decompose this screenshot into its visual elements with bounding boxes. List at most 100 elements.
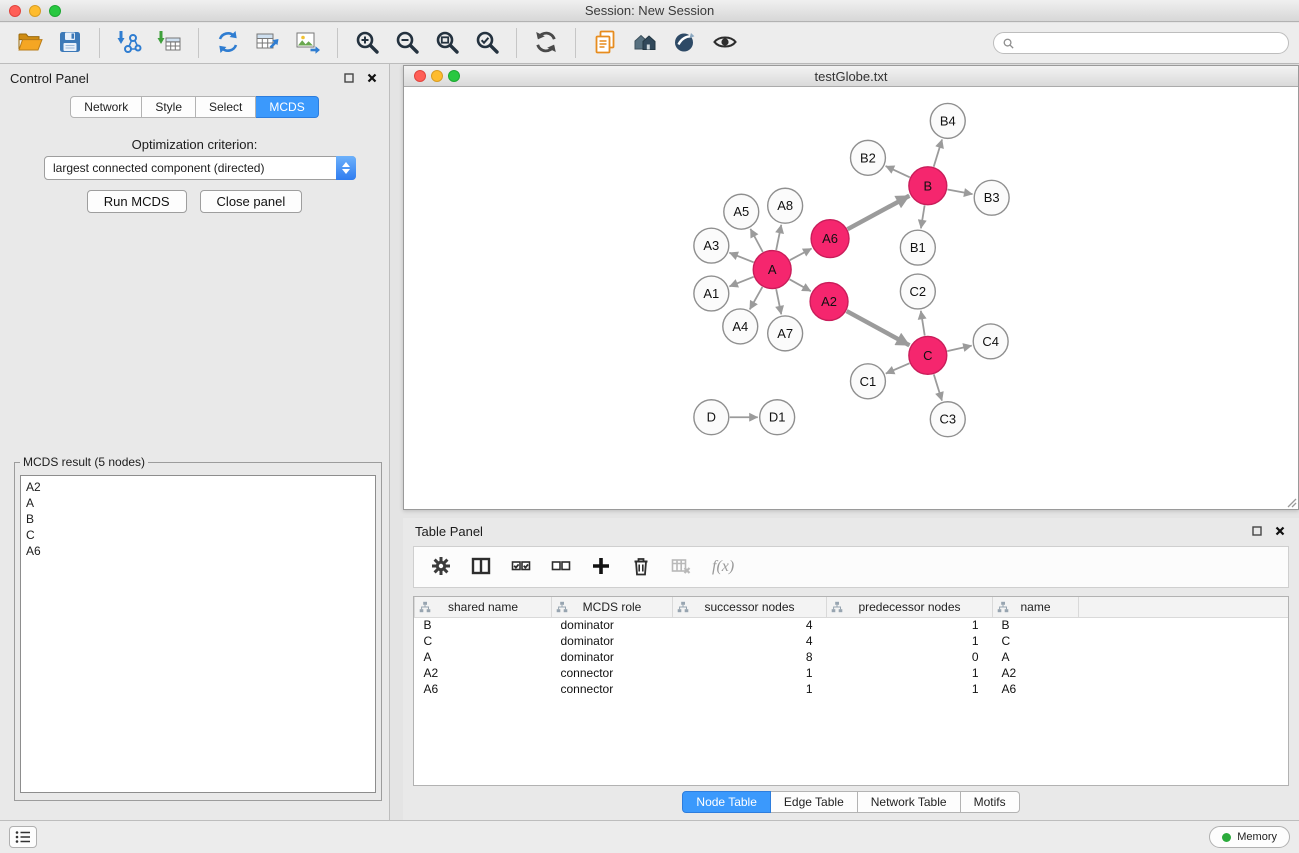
function-fx-button[interactable]: f(x)	[708, 554, 746, 580]
graph-node[interactable]: A8	[768, 188, 803, 223]
tab-mcds[interactable]: MCDS	[256, 96, 318, 118]
graph-node[interactable]: C1	[851, 364, 886, 399]
graph-node[interactable]: D	[694, 400, 729, 435]
tab-motifs[interactable]: Motifs	[961, 791, 1020, 813]
graph-node[interactable]: A3	[694, 228, 729, 263]
network-canvas[interactable]: B4B2BB3A5A8A6B1A3AC2A1A2A4A7C4CC1C3DD1	[404, 87, 1298, 509]
network-close-button[interactable]	[414, 70, 426, 82]
mcds-result-list[interactable]: A2ABCA6	[20, 475, 376, 793]
table-cell[interactable]: A2	[993, 665, 1079, 681]
graph-node[interactable]: B3	[974, 180, 1009, 215]
zoom-selected-button[interactable]	[467, 26, 507, 60]
close-window-button[interactable]	[9, 5, 21, 17]
graph-edge[interactable]	[776, 225, 781, 250]
tab-select[interactable]: Select	[196, 96, 256, 118]
minimize-window-button[interactable]	[29, 5, 41, 17]
graph-node[interactable]: C3	[930, 402, 965, 437]
tab-node-table[interactable]: Node Table	[682, 791, 771, 813]
column-header[interactable]: predecessor nodes	[827, 597, 993, 617]
show-hide-eye-button[interactable]	[705, 26, 745, 60]
memory-button[interactable]: Memory	[1209, 826, 1290, 848]
table-row[interactable]: A2connector11A2	[415, 665, 1289, 681]
close-panel-action-button[interactable]: Close panel	[200, 190, 303, 213]
graph-node[interactable]: B1	[900, 230, 935, 265]
graph-edge[interactable]	[934, 139, 942, 166]
import-network-button[interactable]	[109, 26, 149, 60]
graph-edge[interactable]	[848, 196, 910, 229]
table-cell[interactable]: 1	[827, 681, 993, 697]
zoom-out-button[interactable]	[387, 26, 427, 60]
close-table-panel-button[interactable]	[1272, 524, 1287, 539]
graph-edge[interactable]	[790, 249, 812, 261]
delete-row-button[interactable]	[628, 554, 654, 580]
column-header[interactable]: MCDS role	[552, 597, 673, 617]
table-cell[interactable]: A6	[993, 681, 1079, 697]
table-cell[interactable]: dominator	[552, 649, 673, 665]
table-cell[interactable]: 0	[827, 649, 993, 665]
delete-table-button[interactable]	[668, 554, 694, 580]
columns-button[interactable]	[468, 554, 494, 580]
network-graph[interactable]: B4B2BB3A5A8A6B1A3AC2A1A2A4A7C4CC1C3DD1	[404, 87, 1298, 509]
graph-edge[interactable]	[750, 229, 762, 252]
snapshot-button[interactable]	[585, 26, 625, 60]
tab-edge-table[interactable]: Edge Table	[771, 791, 858, 813]
graph-node[interactable]: B4	[930, 103, 965, 138]
table-cell[interactable]: A6	[415, 681, 552, 697]
table-cell[interactable]: 4	[673, 617, 827, 633]
column-header[interactable]: shared name	[415, 597, 552, 617]
new-table-button[interactable]	[248, 26, 288, 60]
column-header[interactable]: successor nodes	[673, 597, 827, 617]
graph-edge[interactable]	[729, 253, 753, 263]
zoom-window-button[interactable]	[49, 5, 61, 17]
table-cell[interactable]: connector	[552, 665, 673, 681]
table-cell[interactable]: C	[415, 633, 552, 649]
tab-network[interactable]: Network	[70, 96, 142, 118]
export-image-button[interactable]	[288, 26, 328, 60]
graph-node[interactable]: A4	[723, 309, 758, 344]
graph-edge[interactable]	[790, 279, 811, 291]
table-cell[interactable]: dominator	[552, 633, 673, 649]
graph-edge[interactable]	[947, 189, 972, 194]
new-network-button[interactable]	[208, 26, 248, 60]
graph-edge[interactable]	[847, 311, 910, 345]
graph-edge[interactable]	[729, 277, 753, 287]
graph-node[interactable]: A6	[811, 220, 849, 258]
refresh-button[interactable]	[526, 26, 566, 60]
graph-node[interactable]: A1	[694, 276, 729, 311]
float-panel-button[interactable]	[341, 71, 356, 86]
graph-edge[interactable]	[934, 374, 942, 400]
table-row[interactable]: A6connector11A6	[415, 681, 1289, 697]
graph-node[interactable]: A7	[768, 316, 803, 351]
table-cell[interactable]: A	[993, 649, 1079, 665]
save-session-button[interactable]	[50, 26, 90, 60]
table-cell[interactable]: C	[993, 633, 1079, 649]
open-folder-button[interactable]	[10, 26, 50, 60]
graph-edge[interactable]	[921, 311, 925, 336]
table-cell[interactable]: 1	[827, 665, 993, 681]
table-cell[interactable]: 1	[827, 633, 993, 649]
panel-menu-button[interactable]	[9, 826, 37, 848]
graph-node[interactable]: B	[909, 167, 947, 205]
network-window-titlebar[interactable]: testGlobe.txt	[404, 66, 1298, 87]
result-item[interactable]: C	[26, 527, 370, 543]
table-row[interactable]: Cdominator41C	[415, 633, 1289, 649]
tab-style[interactable]: Style	[142, 96, 196, 118]
table-cell[interactable]: A	[415, 649, 552, 665]
resize-grip[interactable]	[1285, 496, 1297, 508]
tab-network-table[interactable]: Network Table	[858, 791, 961, 813]
import-table-button[interactable]	[149, 26, 189, 60]
search-input[interactable]	[1020, 36, 1280, 50]
table-cell[interactable]: 4	[673, 633, 827, 649]
float-table-panel-button[interactable]	[1249, 524, 1264, 539]
run-mcds-button[interactable]: Run MCDS	[87, 190, 187, 213]
graph-node[interactable]: C4	[973, 324, 1008, 359]
network-minimize-button[interactable]	[431, 70, 443, 82]
zoom-in-button[interactable]	[347, 26, 387, 60]
graph-edge[interactable]	[921, 205, 925, 228]
table-cell[interactable]: B	[993, 617, 1079, 633]
table-cell[interactable]: A2	[415, 665, 552, 681]
graph-node[interactable]: A2	[810, 283, 848, 321]
home-button[interactable]	[625, 26, 665, 60]
result-item[interactable]: A2	[26, 479, 370, 495]
graph-node[interactable]: B2	[851, 140, 886, 175]
